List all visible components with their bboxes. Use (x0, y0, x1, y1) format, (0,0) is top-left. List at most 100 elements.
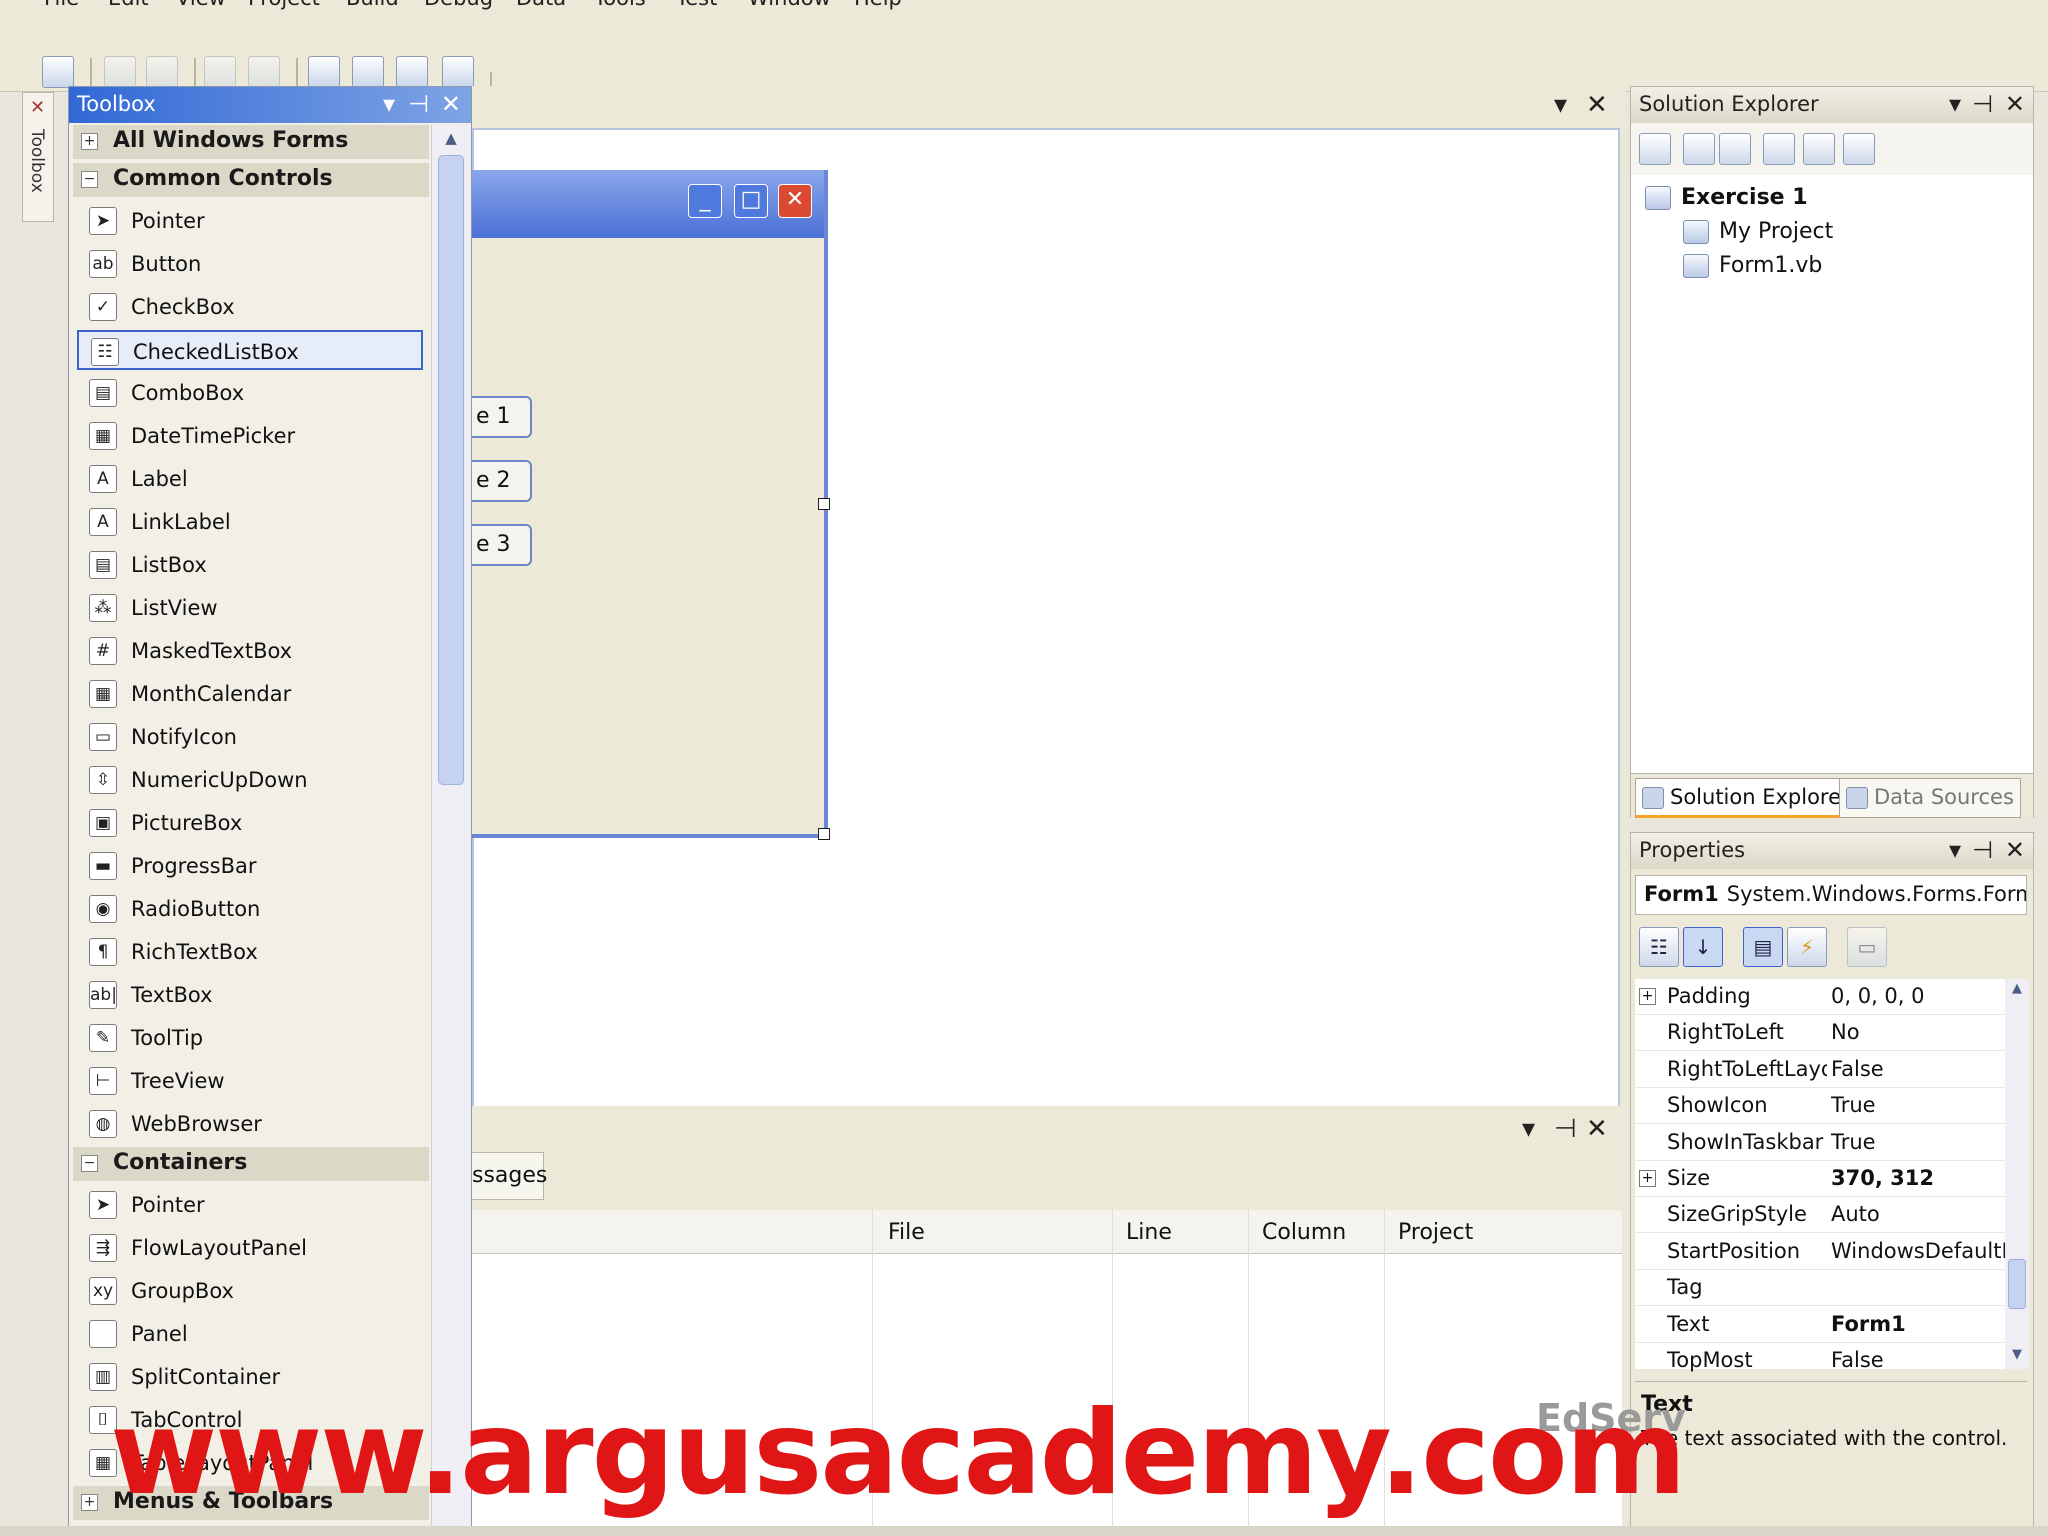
toolbox-item[interactable]: xy GroupBox (77, 1271, 423, 1311)
toolbox-item[interactable]: ⇶ FlowLayoutPanel (77, 1228, 423, 1268)
menu-project[interactable]: Project (248, 0, 320, 10)
dropdown-icon[interactable]: ▾ (1522, 1114, 1535, 1144)
menu-test[interactable]: Test (676, 0, 717, 10)
dropdown-icon[interactable]: ▾ (1949, 836, 1961, 864)
property-value[interactable]: 370, 312 (1831, 1166, 2005, 1190)
property-row[interactable]: Tag (1635, 1270, 2005, 1307)
property-value[interactable]: True (1831, 1093, 2005, 1117)
property-row[interactable]: TopMost False (1635, 1343, 2005, 1379)
property-value[interactable]: True (1831, 1130, 2005, 1154)
form-button-1[interactable]: e 1 (472, 396, 532, 438)
property-row[interactable]: Text Form1 (1635, 1307, 2005, 1343)
pin-icon[interactable]: ⊣ (1972, 90, 1993, 118)
toolbox-item[interactable]: ▣ PictureBox (77, 803, 423, 843)
show-all-files-icon[interactable] (1683, 133, 1715, 165)
lock-controls-icon[interactable] (442, 56, 474, 88)
toolbox-item[interactable]: ✓ CheckBox (77, 287, 423, 327)
expand-icon[interactable]: + (1639, 988, 1656, 1005)
scroll-up-icon[interactable]: ▲ (2008, 981, 2026, 1001)
menu-file[interactable]: File (44, 0, 79, 10)
toolbox-item[interactable]: Panel (77, 1314, 423, 1354)
scrollbar-thumb[interactable] (2008, 1259, 2026, 1309)
column-file[interactable]: File (888, 1220, 925, 1245)
view-code-icon[interactable] (1763, 133, 1795, 165)
property-row[interactable]: ShowIcon True (1635, 1088, 2005, 1125)
toolbox-item[interactable]: ▤ ComboBox (77, 373, 423, 413)
resize-handle[interactable] (818, 828, 830, 840)
collapse-icon[interactable]: − (81, 171, 98, 188)
form1-window[interactable]: _ □ ✕ e 1 e 2 e 3 (472, 170, 830, 840)
same-size-icon[interactable] (204, 56, 236, 88)
menu-edit[interactable]: Edit (108, 0, 149, 10)
maximize-icon[interactable]: □ (734, 184, 768, 218)
property-value[interactable]: Form1 (1831, 1312, 2005, 1336)
spacing-icon[interactable] (248, 56, 280, 88)
close-icon[interactable]: ✕ (2005, 836, 2025, 864)
column-project[interactable]: Project (1398, 1220, 1473, 1245)
form-close-icon[interactable]: ✕ (778, 184, 812, 218)
scroll-up-icon[interactable]: ▲ (438, 129, 464, 151)
toolbox-scrollbar[interactable]: ▲ (431, 125, 471, 1535)
property-value[interactable]: False (1831, 1348, 2005, 1372)
column-line[interactable]: Line (1126, 1220, 1172, 1245)
column-column[interactable]: Column (1262, 1220, 1346, 1245)
toolbox-item[interactable]: A LinkLabel (77, 502, 423, 542)
resize-handle[interactable] (818, 498, 830, 510)
toolbox-category[interactable]: − Containers (73, 1147, 429, 1181)
toolbox-item[interactable]: ⇳ NumericUpDown (77, 760, 423, 800)
object-selector[interactable]: Form1 System.Windows.Forms.Form (1635, 875, 2027, 915)
property-value[interactable]: No (1831, 1020, 2005, 1044)
scrollbar-thumb[interactable] (438, 155, 464, 785)
toolbox-item[interactable]: ➤ Pointer (77, 201, 423, 241)
alphabetical-icon[interactable]: ↓ (1683, 927, 1723, 967)
close-document-icon[interactable]: ✕ (1586, 90, 1608, 120)
toolbox-item[interactable]: ➤ Pointer (77, 1185, 423, 1225)
send-back-icon[interactable] (352, 56, 384, 88)
expand-icon[interactable]: + (81, 1494, 98, 1511)
property-row[interactable]: ShowInTaskbar True (1635, 1125, 2005, 1161)
pin-icon[interactable]: ⊣ (408, 90, 429, 118)
tab-data-sources[interactable]: Data Sources (1839, 778, 2021, 818)
toolbox-item[interactable]: ⁂ ListView (77, 588, 423, 628)
toolbox-item[interactable]: ▦ DateTimePicker (77, 416, 423, 456)
tab-order-icon[interactable] (396, 56, 428, 88)
menu-build[interactable]: Build (346, 0, 399, 10)
properties-view-icon[interactable]: ▤ (1743, 927, 1783, 967)
menu-view[interactable]: View (176, 0, 226, 10)
toolbox-item[interactable]: ◍ WebBrowser (77, 1104, 423, 1144)
menu-tools[interactable]: Tools (594, 0, 646, 10)
refresh-icon[interactable] (1719, 133, 1751, 165)
menu-debug[interactable]: Debug (424, 0, 493, 10)
property-scrollbar[interactable]: ▲ ▼ (2005, 979, 2029, 1369)
property-row[interactable]: SizeGripStyle Auto (1635, 1197, 2005, 1234)
pin-icon[interactable]: ⊣ (1554, 1114, 1577, 1144)
pin-icon[interactable]: ⊣ (1972, 836, 1993, 864)
property-row[interactable]: StartPosition WindowsDefaultLocation (1635, 1234, 2005, 1270)
property-row[interactable]: + Size 370, 312 (1635, 1161, 2005, 1197)
toolbox-item[interactable]: ☷ CheckedListBox (77, 330, 423, 370)
property-row[interactable]: RightToLeft No (1635, 1015, 2005, 1052)
toolbox-item[interactable]: ab Button (77, 244, 423, 284)
toolbox-item[interactable]: ▭ NotifyIcon (77, 717, 423, 757)
events-icon[interactable]: ⚡ (1787, 927, 1827, 967)
toolbox-item[interactable]: ▬ ProgressBar (77, 846, 423, 886)
align-center-icon[interactable] (146, 56, 178, 88)
property-value[interactable]: 0, 0, 0, 0 (1831, 984, 2005, 1008)
tree-item-form1[interactable]: Form1.vb (1683, 253, 1822, 278)
property-pages-icon[interactable]: ▭ (1847, 927, 1887, 967)
tree-root[interactable]: Exercise 1 (1645, 185, 1808, 210)
tree-item-my-project[interactable]: My Project (1683, 219, 1833, 244)
messages-tab[interactable]: ssages (472, 1152, 547, 1200)
menu-help[interactable]: Help (854, 0, 902, 10)
toolbox-item[interactable]: ▤ ListBox (77, 545, 423, 585)
expand-icon[interactable]: + (81, 133, 98, 150)
window-menu-icon[interactable]: ▾ (1554, 90, 1567, 120)
toolbox-item[interactable]: ▦ MonthCalendar (77, 674, 423, 714)
expand-icon[interactable]: + (1639, 1170, 1656, 1187)
toolbox-item[interactable]: ⊢ TreeView (77, 1061, 423, 1101)
close-icon[interactable]: ✕ (2005, 90, 2025, 118)
align-left-icon[interactable] (104, 56, 136, 88)
toolbox-item[interactable]: ✎ ToolTip (77, 1018, 423, 1058)
form-button-3[interactable]: e 3 (472, 524, 532, 566)
categorized-icon[interactable]: ☷ (1639, 927, 1679, 967)
